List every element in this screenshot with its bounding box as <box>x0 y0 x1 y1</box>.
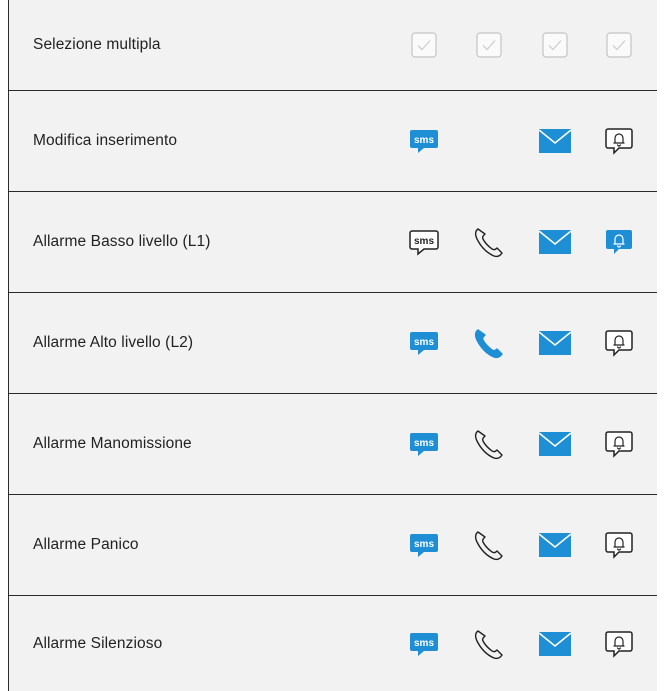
row-allarme-panico: Allarme Panico sms <box>9 495 657 596</box>
mail-icon[interactable] <box>538 528 572 562</box>
mail-icon[interactable] <box>538 326 572 360</box>
mail-icon[interactable] <box>538 225 572 259</box>
row-modifica-inserimento: Modifica inserimento sms <box>9 91 657 192</box>
select-all-mail-checkbox[interactable] <box>538 28 572 62</box>
bell-icon[interactable] <box>602 427 636 461</box>
sms-icon[interactable]: sms <box>407 326 441 360</box>
phone-icon[interactable] <box>472 225 506 259</box>
svg-text:sms: sms <box>414 638 434 649</box>
sms-icon[interactable]: sms <box>407 627 441 661</box>
bell-icon[interactable] <box>602 124 636 158</box>
row-label: Allarme Alto livello (L2) <box>33 334 194 351</box>
phone-icon[interactable] <box>472 627 506 661</box>
bell-icon[interactable] <box>602 528 636 562</box>
select-all-phone-checkbox[interactable] <box>472 28 506 62</box>
row-allarme-silenzioso: Allarme Silenzioso sms <box>9 596 657 691</box>
notification-settings-panel: Selezione multipla Modifica inserimento … <box>8 0 657 691</box>
bell-icon[interactable] <box>602 627 636 661</box>
bell-icon[interactable] <box>602 225 636 259</box>
svg-text:sms: sms <box>414 135 434 146</box>
row-selezione-multipla: Selezione multipla <box>9 0 657 91</box>
mail-icon[interactable] <box>538 124 572 158</box>
sms-icon[interactable]: sms <box>407 225 441 259</box>
row-label: Modifica inserimento <box>33 132 178 149</box>
phone-icon[interactable] <box>472 528 506 562</box>
select-all-sms-checkbox[interactable] <box>407 28 441 62</box>
bell-icon[interactable] <box>602 326 636 360</box>
row-label: Selezione multipla <box>33 36 161 53</box>
row-label: Allarme Silenzioso <box>33 634 163 652</box>
mail-icon[interactable] <box>538 627 572 661</box>
phone-icon[interactable] <box>472 427 506 461</box>
sms-icon[interactable]: sms <box>407 528 441 562</box>
svg-text:sms: sms <box>414 438 434 449</box>
row-allarme-manomissione: Allarme Manomissione sms <box>9 394 657 495</box>
mail-icon[interactable] <box>538 427 572 461</box>
row-label: Allarme Basso livello (L1) <box>33 233 211 250</box>
svg-text:sms: sms <box>414 337 434 348</box>
row-label: Allarme Manomissione <box>33 435 192 452</box>
row-label: Allarme Panico <box>33 536 139 553</box>
row-allarme-alto-livello: Allarme Alto livello (L2) sms <box>9 293 657 394</box>
sms-icon[interactable]: sms <box>407 124 441 158</box>
sms-icon[interactable]: sms <box>407 427 441 461</box>
svg-text:sms: sms <box>414 236 434 247</box>
phone-icon[interactable] <box>472 326 506 360</box>
row-allarme-basso-livello: Allarme Basso livello (L1) sms <box>9 192 657 293</box>
select-all-push-checkbox[interactable] <box>602 28 636 62</box>
svg-text:sms: sms <box>414 539 434 550</box>
